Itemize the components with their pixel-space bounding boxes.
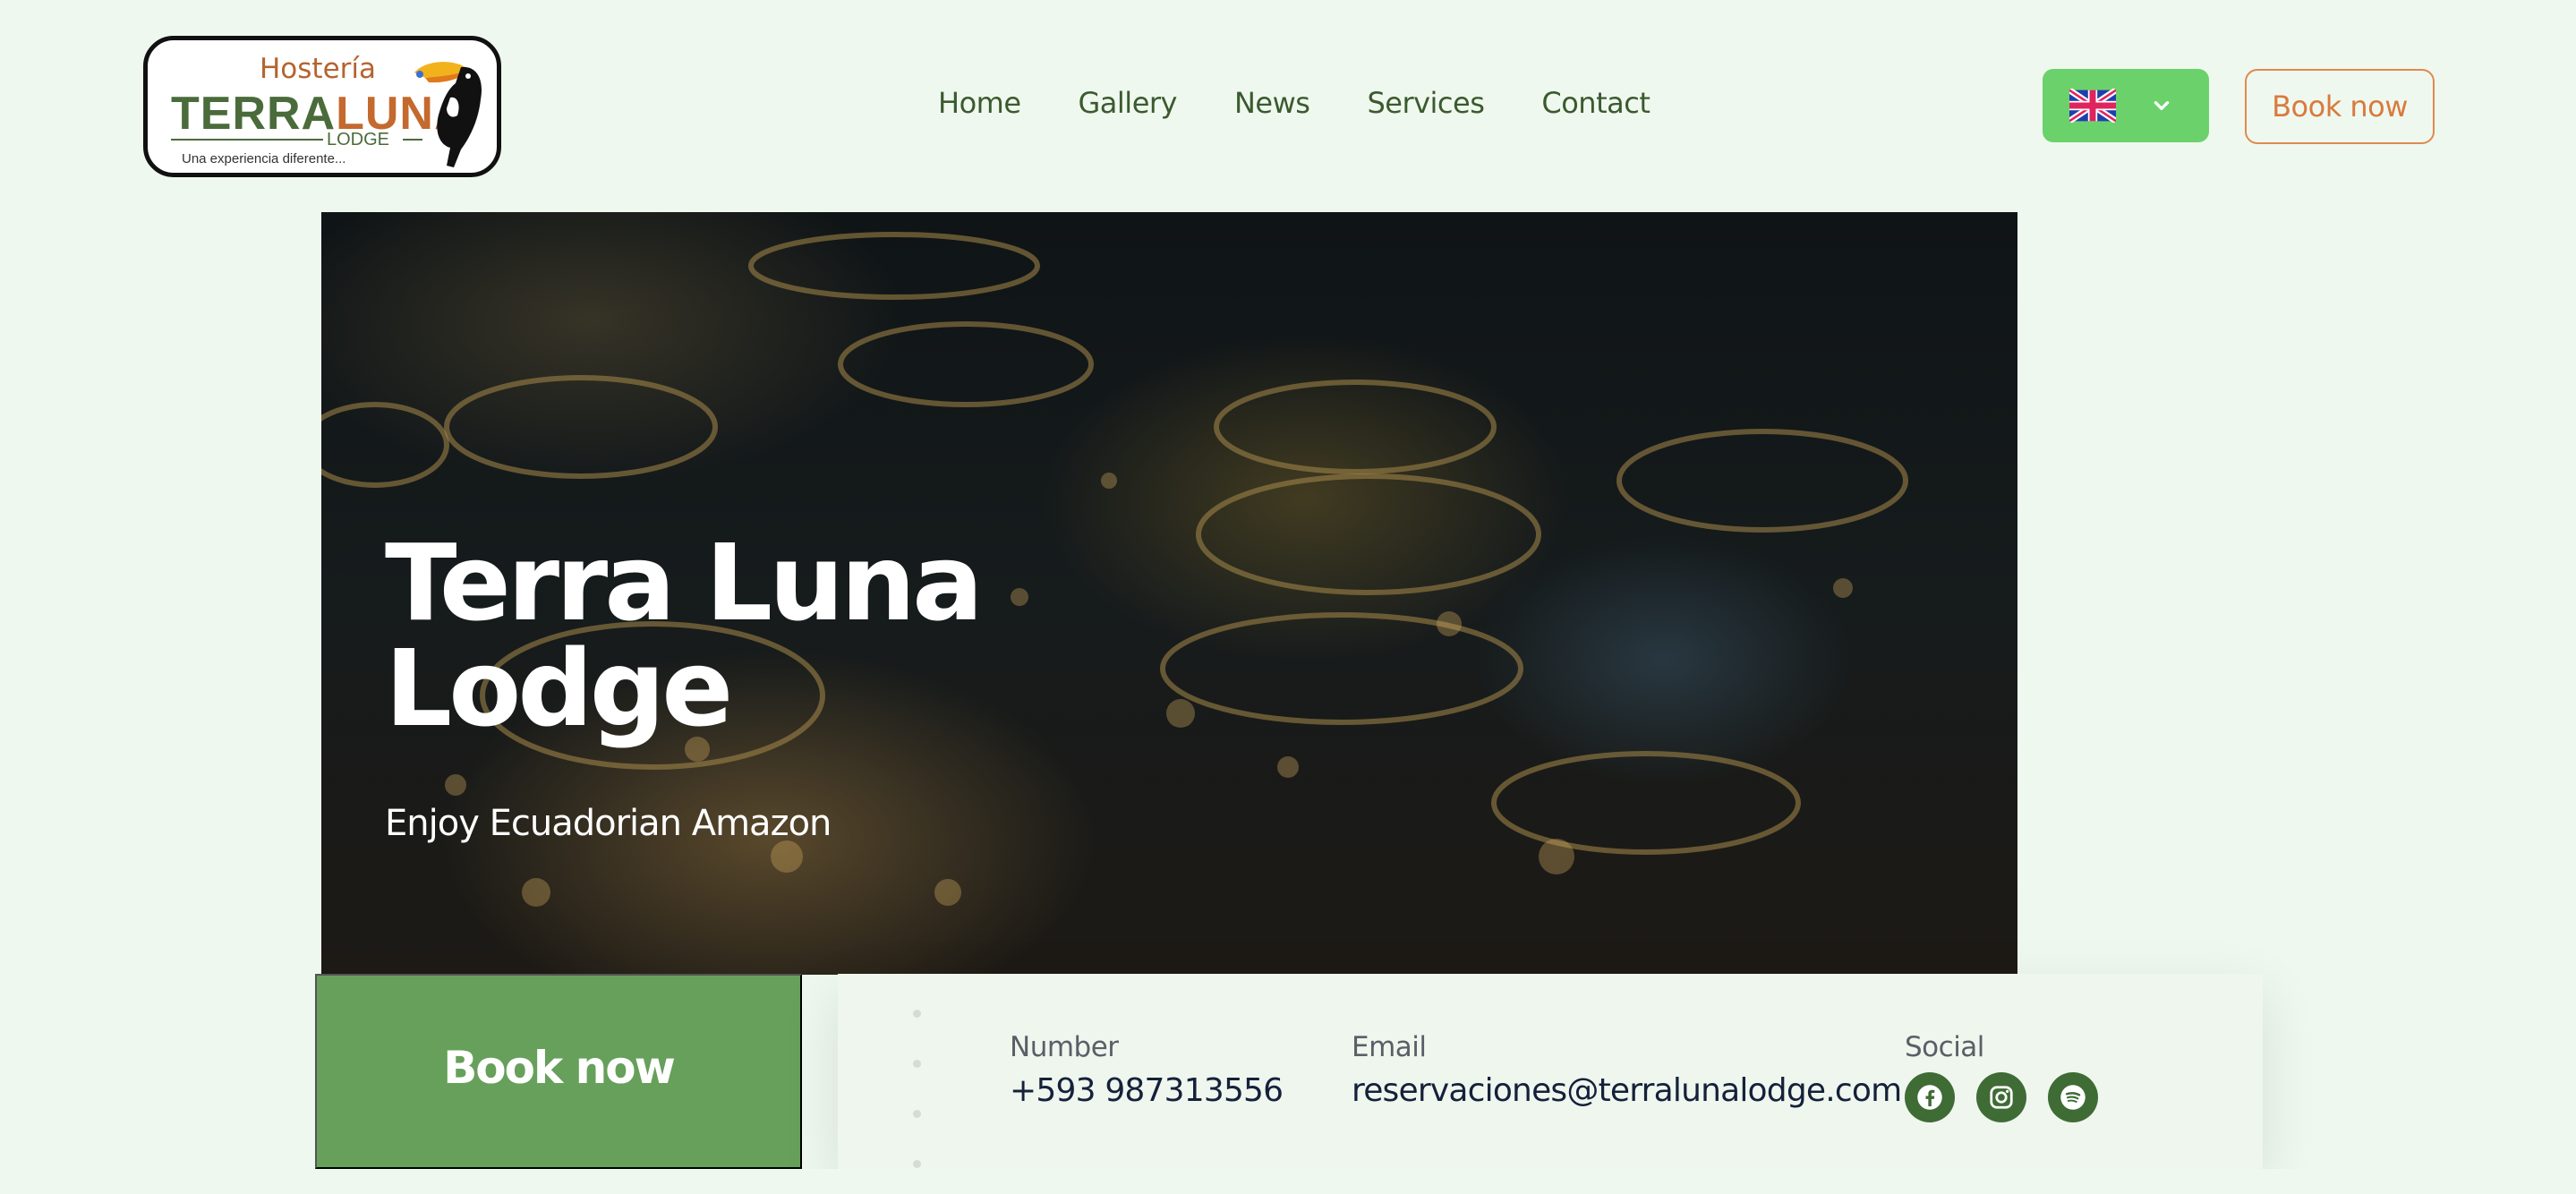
hero-video: Terra Luna Lodge Enjoy Ecuadorian Amazon [321, 212, 2017, 975]
hero-subtitle: Enjoy Ecuadorian Amazon [385, 803, 832, 844]
spotify-icon[interactable] [2048, 1072, 2098, 1122]
nav-news[interactable]: News [1234, 86, 1310, 120]
main-nav: Home Gallery News Services Contact [938, 86, 1651, 120]
number-label: Number [1010, 1031, 1119, 1063]
logo-divider [171, 139, 323, 141]
logo-tagline: Una experiencia diferente... [182, 151, 346, 166]
site-logo[interactable]: Hostería TERRALUNA LODGE Una experiencia… [143, 36, 501, 177]
nav-home[interactable]: Home [938, 86, 1021, 120]
email-label: Email [1352, 1031, 1427, 1063]
nav-contact[interactable]: Contact [1541, 86, 1651, 120]
contact-info-panel: Number +593 987313556 Email reservacione… [838, 974, 2263, 1169]
toucan-icon [414, 62, 482, 167]
page-bottom-edge [0, 1169, 2576, 1194]
social-block: Social [1905, 1031, 2098, 1122]
header-book-now-button[interactable]: Book now [2245, 69, 2435, 144]
language-selector[interactable] [2043, 69, 2209, 142]
hero-book-now-button[interactable]: Book now [315, 974, 802, 1169]
number-block: Number +593 987313556 [1010, 1031, 1284, 1109]
email-address[interactable]: reservaciones@terralunalodge.com [1352, 1072, 1902, 1109]
chevron-down-icon [2154, 101, 2170, 110]
logo-hosteria-text: Hostería [260, 53, 377, 85]
hero-title: Terra Luna Lodge [385, 521, 984, 750]
logo-terra-text: TERRA [171, 88, 337, 140]
nav-services[interactable]: Services [1367, 86, 1484, 120]
social-label: Social [1905, 1031, 1984, 1063]
decorative-dots [913, 1010, 924, 1171]
facebook-icon[interactable] [1905, 1072, 1955, 1122]
social-links [1905, 1072, 2098, 1122]
phone-number[interactable]: +593 987313556 [1010, 1072, 1284, 1109]
instagram-icon[interactable] [1976, 1072, 2026, 1122]
logo-lodge-text: LODGE [327, 130, 390, 149]
nav-gallery[interactable]: Gallery [1079, 86, 1178, 120]
uk-flag-icon [2069, 89, 2116, 123]
email-block: Email reservaciones@terralunalodge.com [1352, 1031, 1902, 1109]
